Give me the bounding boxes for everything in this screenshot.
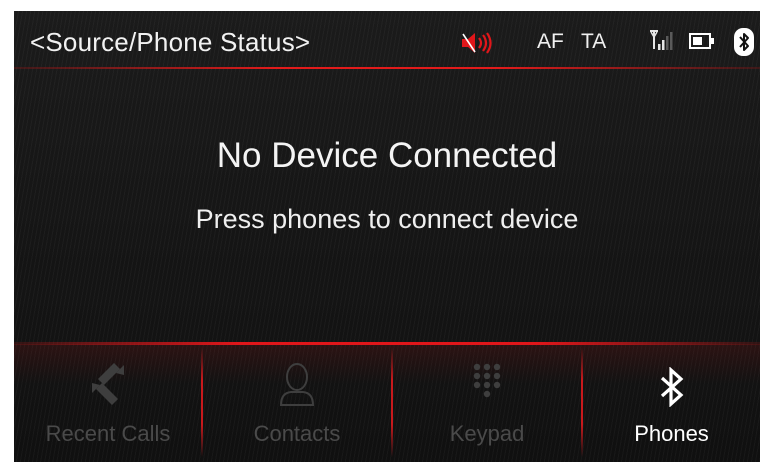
signal-icon bbox=[650, 30, 673, 50]
tab-label-keypad: Keypad bbox=[449, 421, 525, 446]
tab-label-phones: Phones bbox=[634, 421, 709, 446]
no-device-message: No Device Connected bbox=[216, 136, 558, 175]
tab-label-contacts: Contacts bbox=[253, 421, 341, 446]
speaker-muted-icon bbox=[462, 32, 492, 54]
tab-label-recent-calls: Recent Calls bbox=[45, 421, 171, 446]
recent-calls-icon bbox=[92, 363, 124, 405]
contacts-icon bbox=[279, 363, 315, 406]
bluetooth-icon bbox=[660, 367, 683, 407]
tab-recent-calls[interactable]: Recent Calls bbox=[14, 345, 202, 462]
phone-screen: <Source/Phone Status> AF TA No Device Co… bbox=[14, 11, 760, 462]
status-bar: <Source/Phone Status> AF TA bbox=[14, 11, 760, 69]
source-title[interactable]: <Source/Phone Status> bbox=[30, 27, 310, 58]
bluetooth-status-icon bbox=[734, 28, 754, 56]
ta-indicator: TA bbox=[581, 30, 607, 53]
connect-instruction: Press phones to connect device bbox=[195, 204, 579, 234]
keypad-icon bbox=[473, 363, 501, 398]
battery-icon bbox=[689, 33, 714, 49]
tab-phones[interactable]: Phones bbox=[583, 345, 760, 462]
af-indicator: AF bbox=[537, 30, 564, 53]
tab-keypad[interactable]: Keypad bbox=[393, 345, 581, 462]
tab-contacts[interactable]: Contacts bbox=[203, 345, 391, 462]
header-divider bbox=[14, 67, 760, 69]
